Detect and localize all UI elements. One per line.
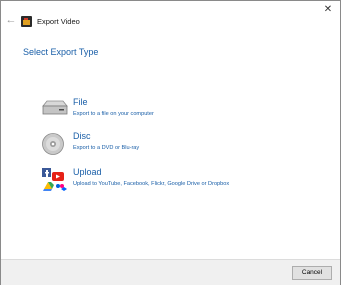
option-upload-title: Upload	[73, 167, 102, 177]
option-upload[interactable]: Upload Upload to YouTube, Facebook, Flic…	[41, 167, 281, 193]
option-disc-description: Export to a DVD or Blu-ray	[73, 145, 140, 151]
option-disc[interactable]: Disc Export to a DVD or Blu-ray	[41, 131, 281, 157]
hard-drive-icon	[41, 97, 69, 123]
page-title: Select Export Type	[23, 47, 99, 57]
export-video-window: ← Export Video ✕ Select Export Type File…	[0, 0, 341, 285]
app-logo-icon	[21, 16, 32, 27]
option-upload-description: Upload to YouTube, Facebook, Flickr, Goo…	[73, 181, 230, 187]
upload-services-icon	[41, 167, 69, 193]
close-icon[interactable]: ✕	[322, 4, 334, 16]
window-title: Export Video	[37, 17, 80, 26]
option-disc-title: Disc	[73, 131, 91, 141]
option-file-title: File	[73, 97, 88, 107]
title-bar: ← Export Video ✕	[1, 1, 340, 31]
cancel-button[interactable]: Cancel	[292, 266, 332, 280]
option-file-description: Export to a file on your computer	[73, 111, 154, 117]
dialog-footer: Cancel	[1, 259, 340, 285]
disc-icon	[41, 131, 69, 157]
back-arrow-icon[interactable]: ←	[5, 14, 17, 26]
option-file[interactable]: File Export to a file on your computer	[41, 97, 281, 123]
